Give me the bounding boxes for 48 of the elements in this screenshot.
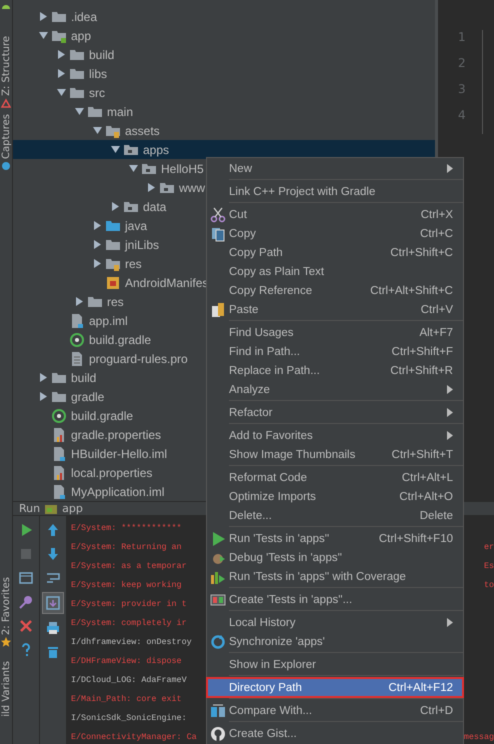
log-line: E/System: completely ir [71, 618, 187, 628]
file-name: build.gradle [89, 332, 152, 346]
log-line: I/dhframeview: onDestroy [71, 636, 192, 646]
log-line: E/DHFrameView: dispose [71, 656, 182, 666]
file-name: HBuilder-Hello.iml [71, 446, 168, 460]
file-name: libs [89, 66, 108, 80]
file-name: res [107, 294, 124, 308]
file-name: main [107, 104, 134, 118]
log-line: E/System: as a temporar [71, 560, 187, 570]
log-line-fragment: er [484, 542, 494, 552]
log-line: I/SonicSdk_SonicEngine: [71, 712, 187, 722]
file-name: .idea [71, 10, 98, 24]
line-number: 2 [457, 56, 467, 72]
file-name: assets [125, 124, 160, 138]
file-name: java [125, 218, 148, 232]
file-name: data [143, 200, 166, 214]
log-line: I/DCloud_LOG: AdaFrameV [71, 674, 187, 684]
file-name: AndroidManifes [125, 276, 208, 290]
file-name: proguard-rules.pro [89, 352, 188, 366]
log-line: E/System: keep working [71, 580, 182, 590]
log-line: E/Main_Path: core exit [71, 694, 182, 704]
log-line: E/System: provider in t [71, 598, 187, 608]
run-config-name: app [62, 502, 83, 515]
file-name: MyApplication.iml [71, 484, 164, 498]
file-name: local.properties [71, 466, 152, 480]
file-name: gradle [71, 390, 104, 404]
file-name: jniLibs [125, 238, 160, 252]
file-name: res [125, 256, 142, 270]
panel-title: Run [19, 502, 40, 515]
log-line: E/System: Returning an [71, 542, 182, 552]
log-line-fragment: messag [464, 732, 494, 742]
line-number: 4 [457, 108, 467, 124]
line-number: 1 [457, 30, 467, 46]
log-line: E/ConnectivityManager: Ca [71, 732, 197, 742]
file-name: apps [143, 142, 170, 156]
file-name: HelloH5 [161, 162, 204, 176]
log-line-fragment: to [484, 580, 494, 590]
line-number: 3 [457, 82, 467, 98]
file-name: build.gradle [71, 408, 134, 422]
file-name: app [71, 28, 92, 42]
log-line-fragment: Es [484, 560, 494, 570]
file-name: www [179, 180, 205, 194]
file-name: build [89, 48, 114, 62]
file-name: build [71, 370, 96, 384]
file-name: src [89, 86, 105, 100]
file-name: gradle.properties [71, 428, 162, 442]
log-line: E/System: ************ [71, 522, 182, 532]
file-name: app.iml [89, 314, 128, 328]
